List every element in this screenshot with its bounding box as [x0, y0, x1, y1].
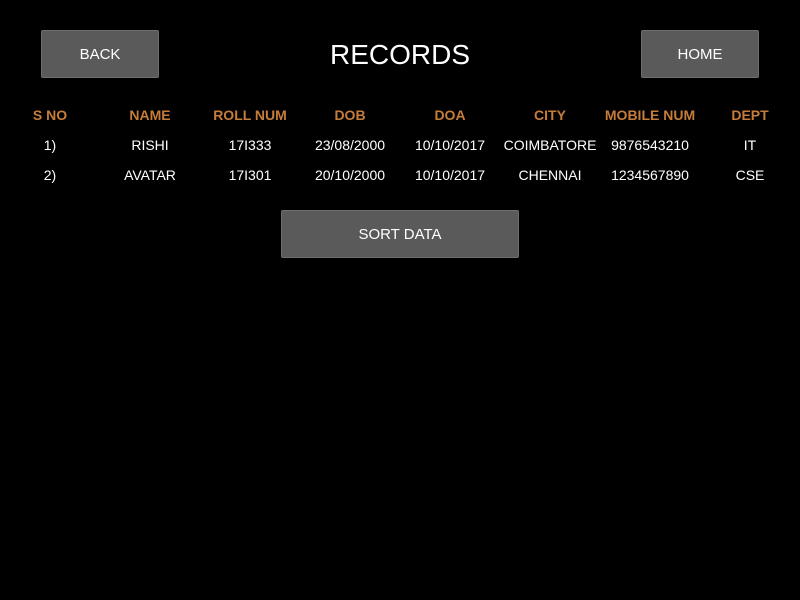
cell-roll-num: 17I301: [228, 167, 272, 183]
cell-dob: 20/10/2000: [314, 167, 386, 183]
cell-name: RISHI: [131, 137, 169, 153]
table-header-row: S NO NAME ROLL NUM DOB DOA CITY MOBILE N…: [0, 100, 800, 130]
home-button[interactable]: HOME: [641, 30, 759, 78]
sort-data-button[interactable]: SORT DATA: [281, 210, 519, 258]
cell-city: CHENNAI: [518, 167, 582, 183]
column-header-name: NAME: [129, 107, 171, 123]
column-header-dept: DEPT: [731, 107, 769, 123]
cell-dob: 23/08/2000: [314, 137, 386, 153]
cell-city: COIMBATORE: [503, 137, 597, 153]
column-header-city: CITY: [534, 107, 566, 123]
cell-dept: IT: [743, 137, 757, 153]
column-header-sno: S NO: [32, 107, 68, 123]
cell-doa: 10/10/2017: [414, 137, 486, 153]
cell-sno: 1): [43, 137, 57, 153]
cell-sno: 2): [43, 167, 57, 183]
column-header-roll-num: ROLL NUM: [213, 107, 287, 123]
cell-mobile-num: 9876543210: [611, 137, 689, 153]
cell-roll-num: 17I333: [228, 137, 272, 153]
cell-doa: 10/10/2017: [414, 167, 486, 183]
back-button[interactable]: BACK: [41, 30, 159, 78]
records-screen: BACK RECORDS HOME S NO NAME ROLL NUM DOB…: [0, 0, 800, 600]
page-title: RECORDS: [329, 39, 470, 70]
table-row: 2) AVATAR 17I301 20/10/2000 10/10/2017 C…: [0, 160, 800, 190]
cell-name: AVATAR: [124, 167, 176, 183]
column-header-doa: DOA: [434, 107, 466, 123]
cell-dept: CSE: [735, 167, 765, 183]
column-header-mobile-num: MOBILE NUM: [604, 107, 696, 123]
records-table: S NO NAME ROLL NUM DOB DOA CITY MOBILE N…: [0, 100, 800, 190]
cell-mobile-num: 1234567890: [611, 167, 689, 183]
table-row: 1) RISHI 17I333 23/08/2000 10/10/2017 CO…: [0, 130, 800, 160]
column-header-dob: DOB: [334, 107, 366, 123]
